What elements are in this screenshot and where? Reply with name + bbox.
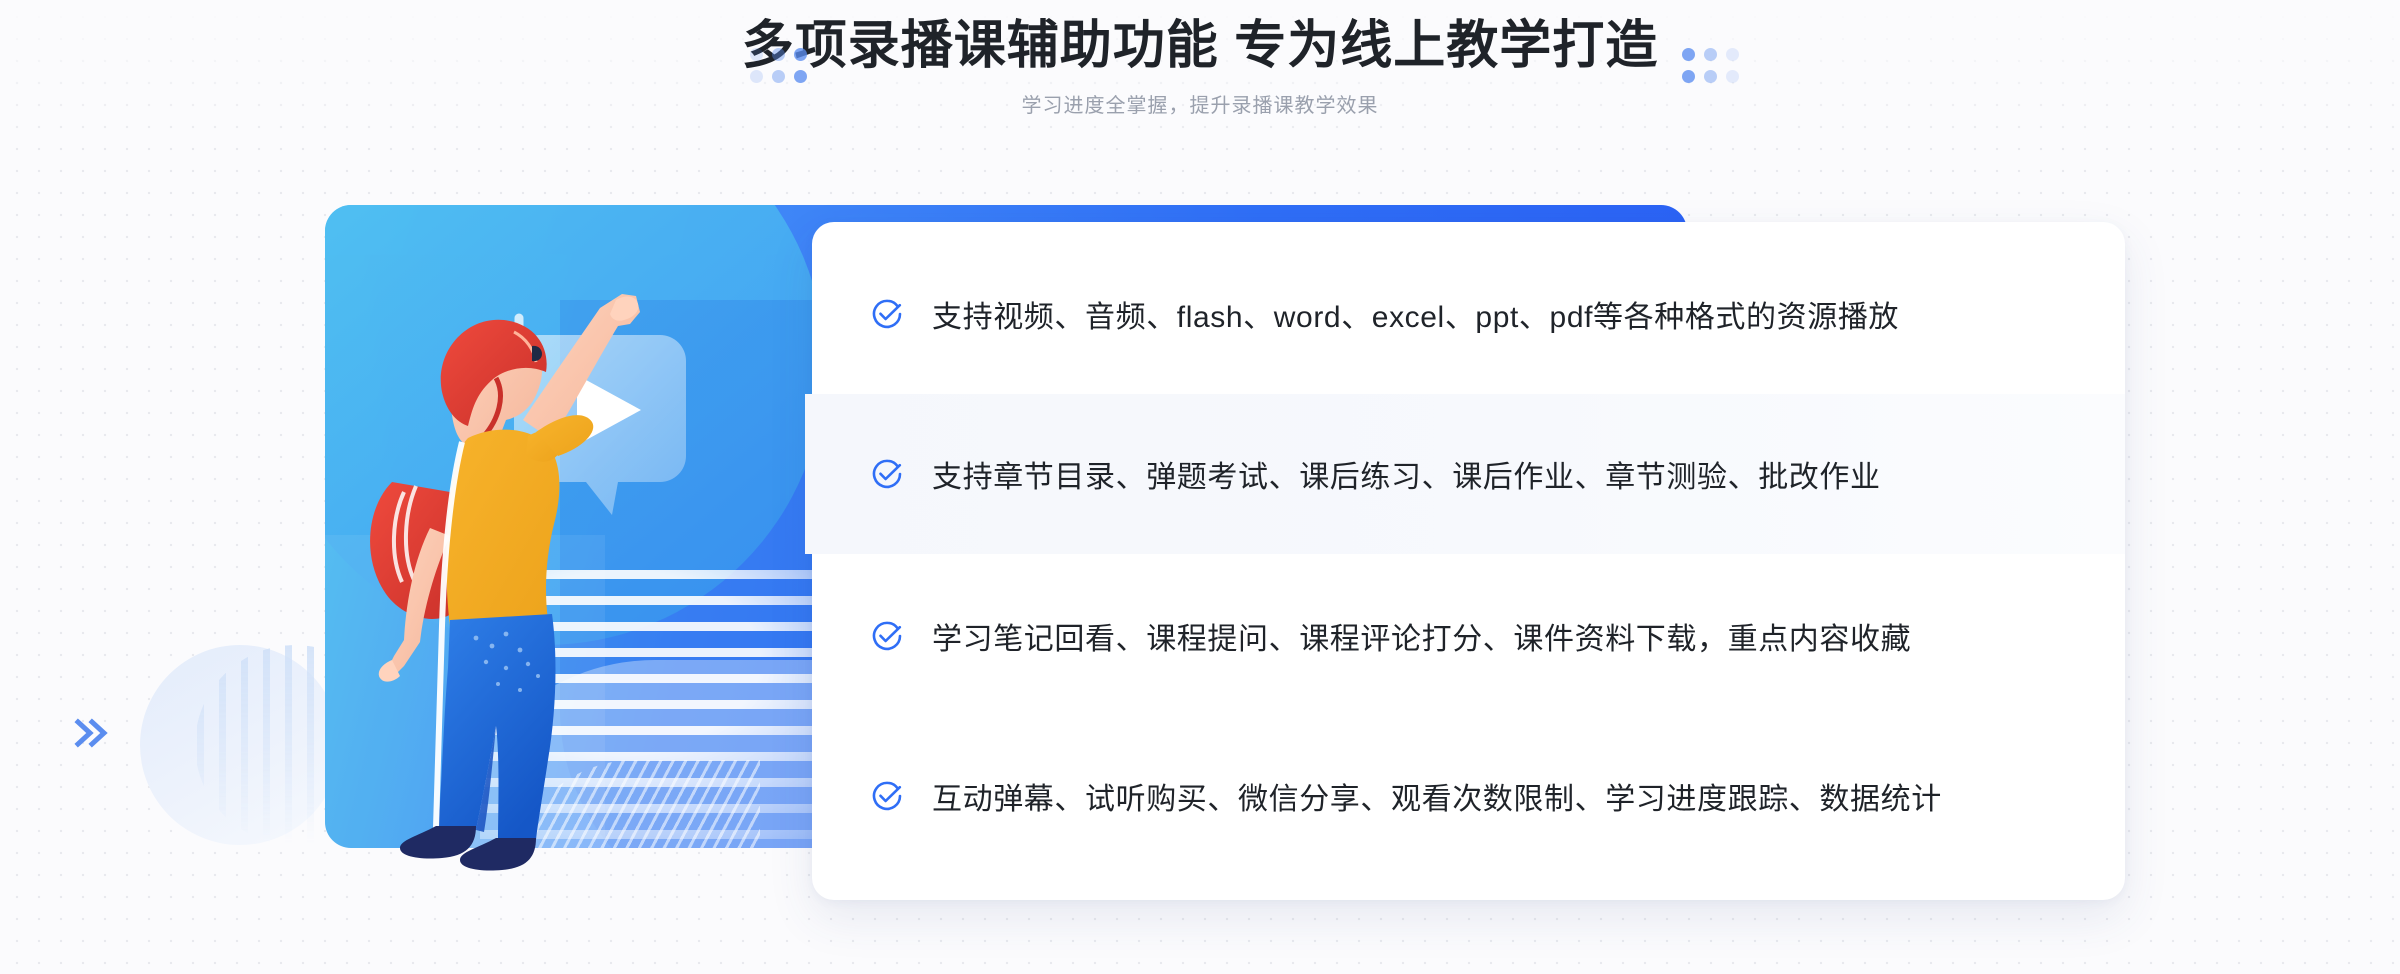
feature-row[interactable]: 支持章节目录、弹题考试、课后练习、课后作业、章节测验、批改作业 — [805, 394, 2125, 554]
check-circle-icon — [872, 459, 902, 489]
chevron-double-right-icon — [72, 716, 112, 755]
feature-text: 互动弹幕、试听购买、微信分享、观看次数限制、学习进度跟踪、数据统计 — [932, 783, 1942, 816]
check-circle-icon — [872, 781, 902, 811]
feature-list: 支持视频、音频、flash、word、excel、ppt、pdf等各种格式的资源… — [805, 222, 2125, 900]
check-circle-icon — [872, 299, 902, 329]
page-title: 多项录播课辅助功能 专为线上教学打造 — [741, 17, 1659, 75]
feature-row[interactable]: 支持视频、音频、flash、word、excel、ppt、pdf等各种格式的资源… — [812, 234, 2125, 394]
feature-row[interactable]: 学习笔记回看、课程提问、课程评论打分、课件资料下载，重点内容收藏 — [812, 556, 2125, 716]
decorative-dots-left — [750, 48, 807, 83]
decorative-dots-right — [1682, 48, 1739, 83]
page-subtitle: 学习进度全掌握，提升录播课教学效果 — [1021, 95, 1379, 117]
feature-text: 支持视频、音频、flash、word、excel、ppt、pdf等各种格式的资源… — [932, 301, 1900, 334]
feature-text: 学习笔记回看、课程提问、课程评论打分、课件资料下载，重点内容收藏 — [932, 623, 1912, 656]
feature-card: 支持视频、音频、flash、word、excel、ppt、pdf等各种格式的资源… — [805, 222, 2125, 900]
check-circle-icon — [872, 621, 902, 651]
feature-text: 支持章节目录、弹题考试、课后练习、课后作业、章节测验、批改作业 — [932, 461, 1881, 494]
play-bubble — [445, 300, 705, 535]
feature-row[interactable]: 互动弹幕、试听购买、微信分享、观看次数限制、学习进度跟踪、数据统计 — [812, 716, 2125, 876]
page-header: 多项录播课辅助功能 专为线上教学打造 学习进度全掌握，提升录播课教学效果 — [0, 14, 2400, 118]
